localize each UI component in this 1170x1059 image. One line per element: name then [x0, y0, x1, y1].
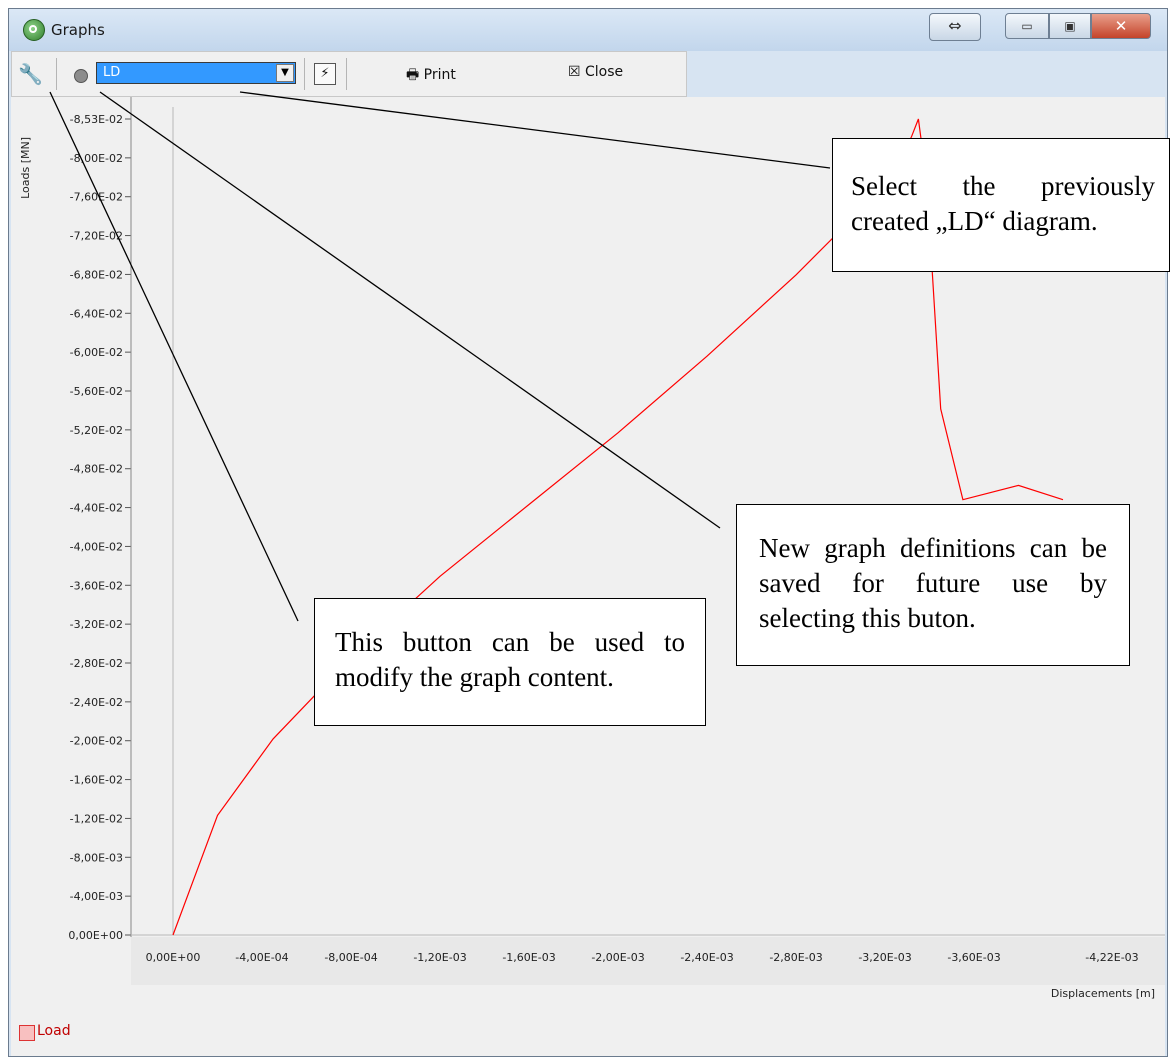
- leader-line-save: [99, 91, 721, 529]
- callout-save-definitions-text: New graph definitions can be saved for f…: [759, 533, 1107, 633]
- callout-select-diagram-text: Select the previously created „LD“ diagr…: [851, 171, 1155, 236]
- callout-save-definitions: New graph definitions can be saved for f…: [736, 504, 1130, 666]
- leader-line-modify: [49, 91, 299, 622]
- callout-modify-content-text: This button can be used to modify the gr…: [335, 627, 685, 692]
- leader-line-select: [239, 91, 831, 169]
- callout-modify-content: This button can be used to modify the gr…: [314, 598, 706, 726]
- callout-select-diagram: Select the previously created „LD“ diagr…: [832, 138, 1170, 272]
